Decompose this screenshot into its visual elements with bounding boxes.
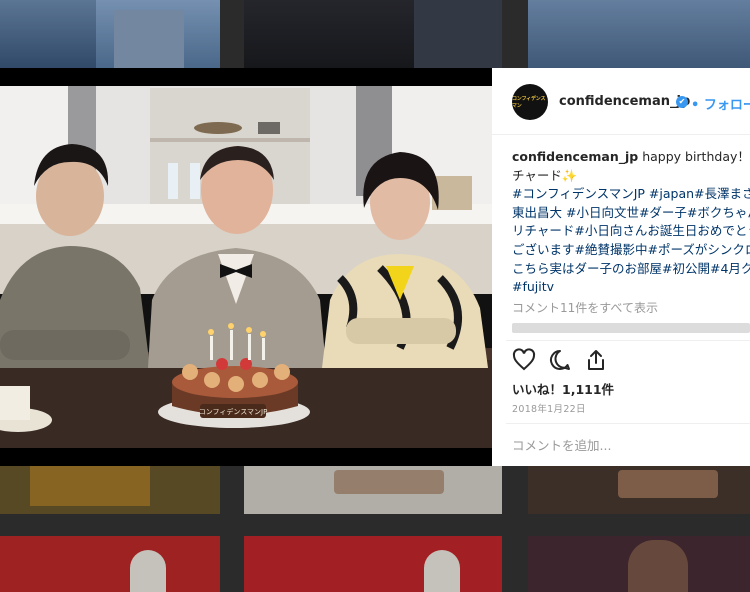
grid-thumb[interactable] <box>0 0 96 68</box>
comment-icon[interactable] <box>548 348 572 372</box>
caption-hashtags[interactable]: #コンフィデンスマンJP #japan#長澤まさみ <box>512 185 750 204</box>
post-caption: confidenceman_jp happy birthday！！リ チャード✨… <box>512 148 750 297</box>
post-photo[interactable]: コンフィデンスマンJP <box>0 68 492 466</box>
caption-hashtags[interactable]: ございます#絶賛撮影中#ポーズがシンクロ <box>512 241 750 260</box>
heart-icon[interactable] <box>512 348 536 372</box>
caption-text: happy birthday！！リ <box>642 149 750 164</box>
post-date: 2018年1月22日 <box>512 404 586 415</box>
caption-hashtags[interactable]: 東出昌大 #小日向文世#ダー子#ボクちゃん <box>512 204 750 223</box>
grid-thumb[interactable] <box>244 536 502 592</box>
divider <box>506 340 750 341</box>
avatar-logo-text: コンフィデンスマン <box>512 96 546 109</box>
verified-badge-icon: ✔ <box>676 96 688 108</box>
view-all-comments-link[interactable]: コメント11件をすべて表示 <box>512 299 658 316</box>
post-side-panel: コンフィデンスマン confidenceman_jp ✔ • フォロー conf… <box>492 68 750 466</box>
likes-count[interactable]: いいね！1,111件 <box>512 379 614 398</box>
caption-text-line2: チャード✨ <box>512 167 578 183</box>
caption-username[interactable]: confidenceman_jp <box>512 149 638 164</box>
grid-thumb[interactable] <box>244 466 502 514</box>
blurred-comment <box>512 323 750 333</box>
username-link[interactable]: confidenceman_jp <box>559 94 690 109</box>
post-image: コンフィデンスマンJP <box>0 68 492 466</box>
cake-plate-text: コンフィデンスマンJP <box>199 407 268 416</box>
grid-thumb[interactable] <box>244 0 502 68</box>
grid-thumb[interactable] <box>528 466 750 514</box>
caption-hashtags[interactable]: #fujitv <box>512 278 750 297</box>
caption-hashtags[interactable]: こちら実はダー子のお部屋#初公開#4月クール <box>512 260 750 279</box>
divider <box>506 423 750 424</box>
post-header: コンフィデンスマン confidenceman_jp ✔ • フォロー <box>492 68 750 135</box>
grid-thumb[interactable] <box>0 536 220 592</box>
grid-thumb[interactable] <box>528 536 750 592</box>
add-comment-input[interactable]: コメントを追加... <box>512 435 611 454</box>
grid-thumb[interactable] <box>96 0 220 68</box>
avatar[interactable]: コンフィデンスマン <box>512 84 548 120</box>
follow-button[interactable]: • フォロー <box>691 94 750 113</box>
grid-thumb[interactable] <box>0 466 220 514</box>
share-icon[interactable] <box>584 348 608 372</box>
grid-thumb[interactable] <box>528 0 750 68</box>
caption-hashtags[interactable]: リチャード#小日向さんお誕生日おめでとう <box>512 222 750 241</box>
